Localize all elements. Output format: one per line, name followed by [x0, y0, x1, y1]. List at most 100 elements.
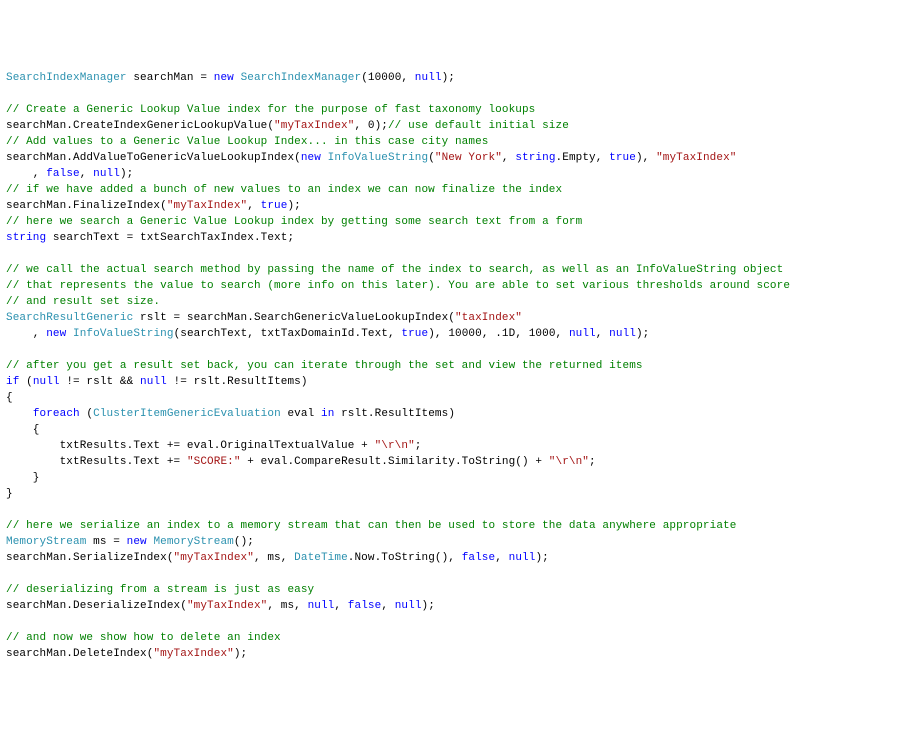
token-comment: // after you get a result set back, you …: [6, 360, 643, 372]
token-text: rslt.ResultItems): [334, 408, 455, 420]
token-keyword: string: [515, 152, 555, 164]
token-string: "SCORE:": [187, 456, 241, 468]
token-comment: // we call the actual search method by p…: [6, 264, 783, 276]
token-comment: // and result set size.: [6, 296, 160, 308]
token-keyword: null: [415, 72, 442, 84]
token-text: searchText = txtSearchTaxIndex.Text;: [46, 232, 294, 244]
token-text: (: [19, 376, 32, 388]
token-string: "taxIndex": [455, 312, 522, 324]
code-line: // that represents the value to search (…: [6, 278, 907, 294]
code-line: searchMan.AddValueToGenericValueLookupIn…: [6, 150, 907, 166]
token-text: );: [287, 200, 300, 212]
token-text: ,: [495, 552, 508, 564]
token-text: );: [422, 600, 435, 612]
token-text: ,: [334, 600, 347, 612]
token-text: [6, 408, 33, 420]
token-type: ClusterItemGenericEvaluation: [93, 408, 281, 420]
token-text: + eval.CompareResult.Similarity.ToString…: [241, 456, 549, 468]
token-text: != rslt.ResultItems): [167, 376, 308, 388]
code-line: string searchText = txtSearchTaxIndex.Te…: [6, 230, 907, 246]
token-text: ,: [6, 168, 46, 180]
token-string: "New York": [435, 152, 502, 164]
token-text: , 0);: [354, 120, 388, 132]
token-text: txtResults.Text +=: [6, 456, 187, 468]
token-text: [234, 72, 241, 84]
code-line: }: [6, 486, 907, 502]
token-keyword: null: [140, 376, 167, 388]
code-line: if (null != rslt && null != rslt.ResultI…: [6, 374, 907, 390]
token-keyword: null: [33, 376, 60, 388]
token-text: ;: [589, 456, 596, 468]
token-type: MemoryStream: [153, 536, 233, 548]
token-comment: // Add values to a Generic Value Lookup …: [6, 136, 488, 148]
token-keyword: true: [401, 328, 428, 340]
code-line: searchMan.DeleteIndex("myTaxIndex");: [6, 646, 907, 662]
code-line: // Create a Generic Lookup Value index f…: [6, 102, 907, 118]
token-type: SearchIndexManager: [241, 72, 362, 84]
code-line: {: [6, 422, 907, 438]
token-text: searchMan.FinalizeIndex(: [6, 200, 167, 212]
token-keyword: false: [46, 168, 80, 180]
token-text: ),: [636, 152, 656, 164]
token-keyword: false: [348, 600, 382, 612]
token-type: SearchResultGeneric: [6, 312, 133, 324]
token-keyword: null: [509, 552, 536, 564]
code-line: {: [6, 390, 907, 406]
token-string: "\r\n": [375, 440, 415, 452]
token-keyword: null: [308, 600, 335, 612]
token-text: {: [6, 392, 13, 404]
token-text: }: [6, 488, 13, 500]
token-keyword: false: [462, 552, 496, 564]
code-line: // here we search a Generic Value Lookup…: [6, 214, 907, 230]
token-text: ,: [596, 328, 609, 340]
token-keyword: if: [6, 376, 19, 388]
token-type: DateTime: [294, 552, 348, 564]
code-line: [6, 342, 907, 358]
code-line: txtResults.Text += eval.OriginalTextualV…: [6, 438, 907, 454]
code-line: [6, 614, 907, 630]
token-text: searchMan.DeserializeIndex(: [6, 600, 187, 612]
token-text: (10000,: [361, 72, 415, 84]
token-keyword: new: [301, 152, 321, 164]
code-line: searchMan.FinalizeIndex("myTaxIndex", tr…: [6, 198, 907, 214]
token-text: (searchText, txtTaxDomainId.Text,: [174, 328, 402, 340]
token-type: MemoryStream: [6, 536, 86, 548]
code-line: // if we have added a bunch of new value…: [6, 182, 907, 198]
token-text: );: [442, 72, 455, 84]
code-line: searchMan.DeserializeIndex("myTaxIndex",…: [6, 598, 907, 614]
code-line: }: [6, 470, 907, 486]
code-line: SearchIndexManager searchMan = new Searc…: [6, 70, 907, 86]
code-line: , new InfoValueString(searchText, txtTax…: [6, 326, 907, 342]
code-line: MemoryStream ms = new MemoryStream();: [6, 534, 907, 550]
token-keyword: new: [127, 536, 147, 548]
token-text: );: [535, 552, 548, 564]
code-line: txtResults.Text += "SCORE:" + eval.Compa…: [6, 454, 907, 470]
token-keyword: new: [214, 72, 234, 84]
token-text: , ms,: [267, 600, 307, 612]
token-text: eval: [281, 408, 321, 420]
token-text: ();: [234, 536, 254, 548]
code-line: // Add values to a Generic Value Lookup …: [6, 134, 907, 150]
token-type: InfoValueString: [73, 328, 174, 340]
token-comment: // that represents the value to search (…: [6, 280, 790, 292]
token-string: "myTaxIndex": [167, 200, 247, 212]
token-string: "myTaxIndex": [174, 552, 254, 564]
token-keyword: null: [609, 328, 636, 340]
token-text: searchMan.CreateIndexGenericLookupValue(: [6, 120, 274, 132]
code-line: [6, 246, 907, 262]
token-text: != rslt &&: [60, 376, 140, 388]
code-line: , false, null);: [6, 166, 907, 182]
token-keyword: string: [6, 232, 46, 244]
code-line: [6, 502, 907, 518]
code-line: foreach (ClusterItemGenericEvaluation ev…: [6, 406, 907, 422]
token-text: ,: [247, 200, 260, 212]
token-text: searchMan.AddValueToGenericValueLookupIn…: [6, 152, 301, 164]
code-line: [6, 566, 907, 582]
token-text: }: [6, 472, 40, 484]
code-line: searchMan.SerializeIndex("myTaxIndex", m…: [6, 550, 907, 566]
token-keyword: foreach: [33, 408, 80, 420]
token-keyword: null: [569, 328, 596, 340]
token-text: rslt = searchMan.SearchGenericValueLooku…: [133, 312, 455, 324]
token-comment: // and now we show how to delete an inde…: [6, 632, 281, 644]
token-string: "myTaxIndex": [274, 120, 354, 132]
